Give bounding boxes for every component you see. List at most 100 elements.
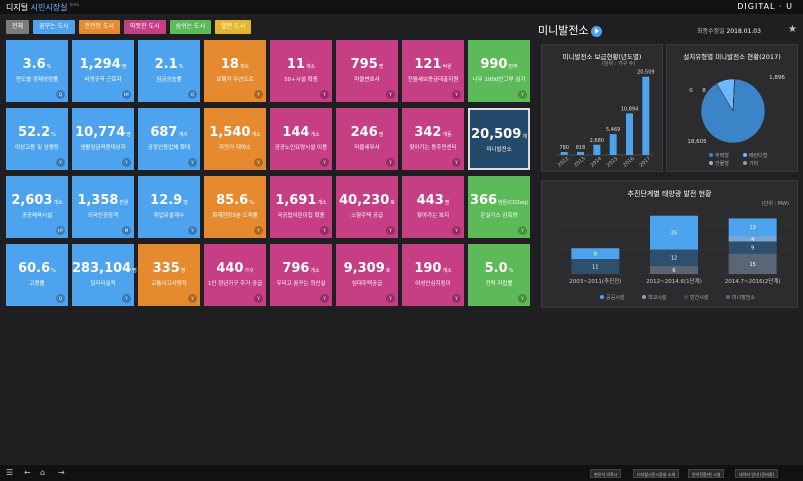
tab-3[interactable]: 따뜻한 도시 [124, 20, 166, 34]
legend-label: 민간시설 [690, 294, 709, 301]
indicator-tile[interactable]: 687개사 공정인증업체 확대 Y [138, 108, 200, 170]
indicator-tile[interactable]: 10,774명 생활임금적용대상자 Y [72, 108, 134, 170]
indicator-tile[interactable]: 283,104명 일자리실적 Y [72, 244, 137, 306]
indicator-tile[interactable]: 144개소 공공노인요양시설 이용 Y [270, 108, 332, 170]
tile-unit: % [178, 64, 184, 70]
period-badge: HY [122, 90, 131, 99]
indicator-tile[interactable]: 3.6% 연도별 경제성장률 Q [6, 40, 68, 102]
tick-label: 2016 [622, 156, 636, 169]
home-icon[interactable]: ⌂ [40, 468, 45, 477]
yearly-chart-panel: 미니발전소 보급현황(년도별) (단위 : 가구 수) 780 2012 818 20… [541, 44, 663, 172]
bottom-bar: ☰ ← ⌂ → 현유석 의혹시 디지털시민시장실 소개 언어전환/현 시설 데이… [0, 465, 803, 481]
indicator-tile[interactable]: 342개동 찾아가는 동주민센터 Y [402, 108, 464, 170]
tab-1[interactable]: 꿈꾸는 도시 [33, 20, 75, 34]
period-badge: Y [254, 158, 263, 167]
tab-5[interactable]: 열린 도시 [215, 20, 252, 34]
tile-value: 11개소 [270, 57, 332, 72]
tile-label: 비정규직 근로자 [84, 77, 122, 83]
tile-unit: 개 [522, 134, 527, 140]
period-badge: Y [254, 294, 263, 303]
indicator-tile[interactable]: 1,691개소 국공립어린이집 확충 Y [270, 176, 332, 238]
segment-label: 13 [749, 225, 755, 231]
indicator-tile[interactable]: 2.1% 임금상승률 Q [138, 40, 200, 102]
indicator-tile[interactable]: 9,309호 임대주택공급 Y [336, 244, 398, 306]
tile-value: 12.9명 [138, 193, 200, 208]
tab-2[interactable]: 안전한 도시 [78, 20, 121, 34]
tile-value-number: 18 [220, 57, 239, 72]
tile-value: 1,294명 [72, 57, 134, 72]
play-icon[interactable] [590, 25, 602, 37]
indicator-tile[interactable]: 990만주 나무 1000만그루 심기 Y [468, 40, 530, 102]
tile-value-number: 687 [150, 125, 178, 140]
back-icon[interactable]: ← [24, 468, 31, 477]
select-4[interactable]: 데이터 안내 (준비중) [735, 469, 779, 478]
indicator-tile[interactable]: 5.0% 전력 자립률 Y [468, 244, 530, 306]
tile-unit: 가구 [244, 268, 254, 274]
select-1[interactable]: 현유석 의혹시 [590, 469, 622, 478]
favorite-star-icon[interactable]: ★ [788, 24, 797, 35]
tile-value: 1,358만원 [72, 193, 134, 208]
indicator-tile[interactable]: 795명 마을변호사 Y [336, 40, 398, 102]
tile-value: 687개사 [138, 125, 200, 140]
period-badge: Y [122, 158, 131, 167]
tick-label: 2015 [606, 156, 620, 169]
tile-unit: 만주 [508, 64, 518, 70]
tile-value: 1,540개소 [204, 125, 266, 140]
indicator-tile[interactable]: 1,294명비정규직 근로자 HY [72, 40, 134, 102]
tab-0[interactable]: 전체 [6, 20, 30, 34]
segment-label: 8 [594, 252, 597, 258]
tile-label: 국공립어린이집 확충 [277, 213, 325, 219]
indicator-tile[interactable]: 121억원 전월세보증금대출지원 Y [402, 40, 464, 102]
brand-logo: DIGITAL · U [737, 2, 793, 11]
type-pie-chart: 0 8 1,896 18,605 주택형 베란다형건물형 기타 [687, 75, 785, 167]
indicator-tile[interactable]: 20,509개 미니발전소 [468, 108, 530, 170]
tile-value: 85.6% [204, 193, 266, 208]
indicator-tile[interactable]: 40,230호 소형주택 공급 Y [336, 176, 398, 238]
tile-unit: % [51, 268, 56, 274]
indicator-tile[interactable]: 335명 교통사고사망자 Y [138, 244, 200, 306]
tile-unit: 명 [444, 200, 450, 206]
bar [626, 113, 633, 155]
legend-swatch [600, 295, 604, 299]
indicator-tile[interactable]: 246명 마을세무사 Y [336, 108, 398, 170]
legend-label: 학교시설 [648, 294, 667, 301]
bar [593, 144, 601, 155]
indicator-tile[interactable]: 12.9명 취업유발계수 Y [138, 176, 200, 238]
indicator-tile[interactable]: 1,540개소 자전거 대여소 Y [204, 108, 266, 170]
tile-label: 50+시설 확충 [284, 77, 318, 83]
indicator-tile[interactable]: 796개소 우리고 꿈꾸는 혁신실 Y [270, 244, 332, 306]
tile-value-number: 1,540 [209, 125, 251, 140]
indicator-tile[interactable]: 18개소 보행자 우선도로 Y [204, 40, 266, 102]
select-2[interactable]: 디지털시민시장실 소개 [633, 469, 680, 478]
segment-label: 11 [592, 265, 598, 271]
period-badge: Y [518, 294, 527, 303]
indicator-tile[interactable]: 366만톤(CO2eq) 온실가스 감축량 Y [468, 176, 530, 238]
select-3[interactable]: 언어전환/현 시설 [688, 469, 725, 478]
indicator-tile[interactable]: 60.6% 고용률 Q [6, 244, 68, 306]
indicator-tile[interactable]: 190개소 여성안심지킴이 Y [402, 244, 464, 306]
tab-4[interactable]: 숨쉬는 도시 [169, 20, 212, 34]
legend-label: 주택형 [715, 152, 729, 159]
indicator-tile[interactable]: 85.6% 화재현장5분 도착률 Y [204, 176, 266, 238]
indicator-tile[interactable]: 1,358만원 외국인관광객 M [72, 176, 134, 238]
forward-icon[interactable]: → [58, 468, 65, 477]
stage-chart-panel: 추진단계별 태양광 발전 현황 (단위 : MW) 11 8 2003~2011(추… [541, 180, 798, 308]
period-badge: M [122, 226, 131, 235]
tile-value-number: 3.6 [22, 57, 46, 72]
indicator-tile[interactable]: 11개소 50+시설 확충 Y [270, 40, 332, 102]
legend-swatch [709, 161, 713, 165]
tile-value-number: 1,294 [79, 57, 121, 72]
menu-icon[interactable]: ☰ [6, 468, 13, 477]
indicator-tile[interactable]: 52.2% 여성고용 및 성평등 Y [6, 108, 68, 170]
bar [609, 134, 617, 155]
tile-unit: 개소 [317, 200, 327, 206]
tile-label: 여성안심지킴이 [415, 281, 451, 287]
indicator-tile[interactable]: 2,603개소 공공체육시설 HY [6, 176, 68, 238]
tick-label: 2014.7~2016(2단계) [725, 277, 781, 285]
tile-value: 144개소 [270, 125, 332, 140]
indicator-tile[interactable]: 440가구 1인 청년가구 주거 공급 Y [204, 244, 266, 306]
period-badge: Y [320, 158, 329, 167]
tile-label: 취업유발계수 [153, 213, 185, 219]
indicator-tile[interactable]: 443명 찾아가는 복지 Y [402, 176, 464, 238]
tile-value: 795명 [336, 57, 398, 72]
